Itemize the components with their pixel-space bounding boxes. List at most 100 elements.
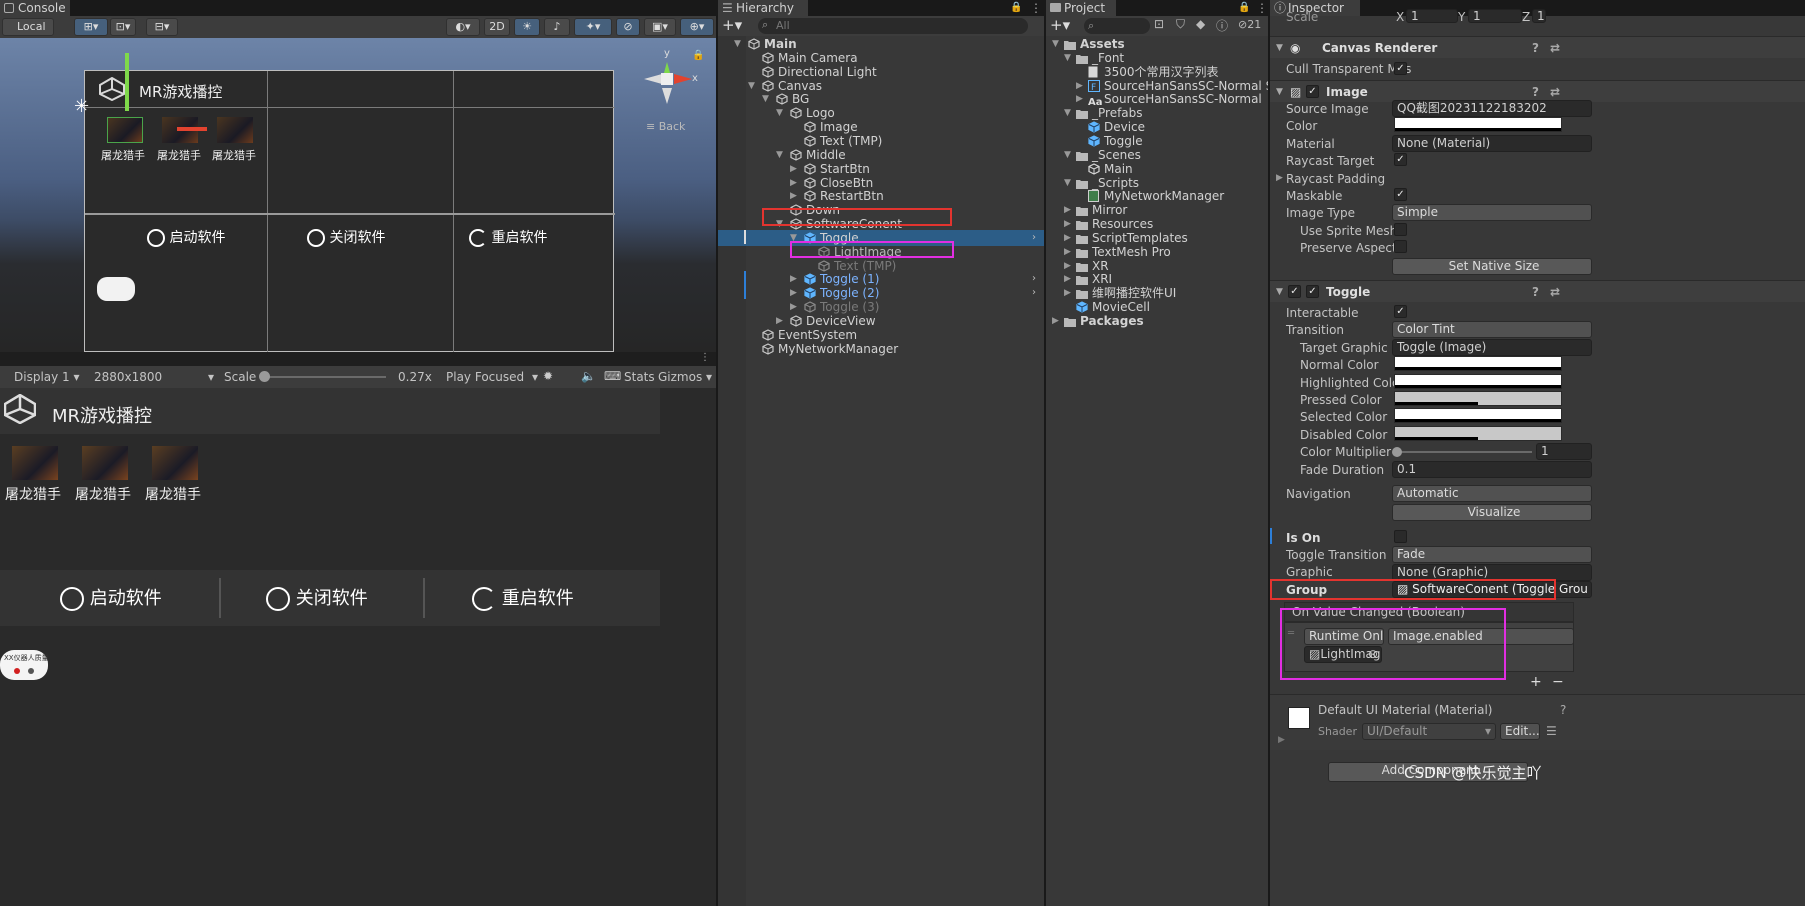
add-listener-button[interactable]: + (1530, 674, 1542, 690)
scale-y-field[interactable]: 1 (1468, 9, 1522, 23)
fold-arrow-icon[interactable]: ▶ (1278, 735, 1285, 745)
property-drop[interactable]: Simple (1392, 204, 1592, 222)
snap-increment-button[interactable]: ⊡▾ (110, 18, 136, 36)
back-button[interactable]: ≡ Back (646, 120, 685, 133)
search-by-type-icon[interactable]: ⊡ (1154, 17, 1164, 31)
project-row[interactable]: ▶ Packages (1046, 313, 1268, 329)
tab-console[interactable]: Console (0, 0, 70, 16)
color-field[interactable] (1394, 391, 1562, 406)
create-plus-button[interactable]: +▾ (1050, 16, 1070, 34)
scene-canvas[interactable]: MR游戏播控 屠龙猎手 屠龙猎手 屠龙猎手 启动软件 关闭软件 重启软件 ✳ y… (0, 38, 716, 352)
play-mode-dropdown[interactable]: Play Focused ▾ (446, 370, 542, 384)
slider-knob[interactable] (1392, 447, 1402, 458)
fold-arrow-icon[interactable]: ▶ (1052, 313, 1062, 329)
color-field[interactable] (1394, 117, 1562, 133)
help-icon[interactable]: ? (1532, 37, 1539, 59)
settings-icon[interactable]: ⇄ (1550, 37, 1560, 59)
game-start-button[interactable]: 启动软件 (60, 584, 162, 611)
game-close-button[interactable]: 关闭软件 (266, 584, 368, 611)
orientation-gizmo[interactable]: y x (640, 48, 698, 114)
resolution-dropdown[interactable]: 2880x1800 ▾ (94, 370, 214, 384)
shading-mode-button[interactable]: ◐▾ (446, 18, 480, 36)
color-field[interactable] (1394, 356, 1562, 372)
fold-arrow-icon[interactable]: ▶ (1276, 173, 1283, 183)
help-icon[interactable]: ? (1532, 281, 1539, 303)
scene-start-button[interactable]: 启动软件 (147, 227, 225, 247)
navigation-dropdown[interactable]: Automatic (1392, 485, 1592, 502)
audio-toggle-icon[interactable]: ♪ (544, 18, 570, 36)
game-item-label[interactable]: 屠龙猎手 (145, 484, 201, 504)
camera-dropdown[interactable]: ▣▾ (644, 18, 676, 36)
pivot-local-dropdown[interactable]: Local ▾ (2, 18, 54, 49)
hidden-packages-icon[interactable]: ⊘21 (1238, 18, 1261, 31)
create-plus-button[interactable]: +▾ (722, 16, 742, 34)
audio-mute-icon[interactable]: 🔈 (581, 369, 596, 383)
property-field[interactable]: None (Material) (1392, 134, 1592, 152)
bug-icon[interactable]: ✹ (543, 369, 553, 383)
toggle-header[interactable]: ▼ ✓ ✓ Toggle ? ⇄ (1270, 280, 1805, 302)
color-field[interactable] (1394, 408, 1562, 424)
stats-button[interactable]: Stats (624, 370, 655, 384)
list-icon[interactable]: ☰ (1546, 724, 1557, 738)
search-by-label-icon[interactable]: ⛉ (1176, 17, 1185, 32)
property-checkbox[interactable] (1394, 240, 1407, 254)
help-icon[interactable]: ? (1560, 703, 1566, 717)
lighting-toggle-icon[interactable]: ☀ (514, 18, 540, 36)
lock-icon[interactable]: 🔒 (692, 50, 704, 61)
settings-icon[interactable]: ⇄ (1550, 281, 1560, 303)
gizmos-dropdown[interactable]: ⊕▾ (680, 18, 714, 36)
toggle-enabled-checkbox[interactable]: ✓ (1306, 285, 1319, 298)
image-header[interactable]: ▼ ▨ ✓ Image ? ⇄ (1270, 80, 1805, 102)
scale-z-field[interactable]: 1 (1532, 9, 1546, 23)
property-field[interactable]: QQ截图20231122183202 (1392, 100, 1592, 117)
tab-project[interactable]: Project (1046, 0, 1116, 16)
scale-slider-track[interactable] (259, 371, 386, 382)
multiplier-field[interactable]: 1 (1536, 443, 1592, 461)
visibility-icon[interactable]: ⊘ (616, 18, 640, 36)
more-options-icon[interactable]: ⋮ (1030, 0, 1042, 16)
cull-transparent-checkbox[interactable]: ✓ (1394, 62, 1407, 75)
device-toggle[interactable]: XX仪器人质量 (0, 650, 49, 680)
set-native-size-button[interactable]: Set Native Size (1392, 258, 1592, 275)
remove-listener-button[interactable]: − (1552, 674, 1564, 690)
rect-handle-icon[interactable]: ✳ (74, 98, 92, 116)
color-field[interactable] (1394, 425, 1562, 441)
property-checkbox[interactable] (1394, 222, 1407, 236)
edit-shader-button[interactable]: Edit... (1500, 723, 1540, 740)
project-search-input[interactable]: ⌕ (1084, 18, 1150, 34)
multiplier-slider[interactable] (1392, 447, 1532, 458)
tab-hierarchy[interactable]: ☰ Hierarchy (718, 0, 808, 16)
keyboard-icon[interactable]: ⌨ (604, 369, 621, 383)
tag-icon[interactable]: ◆ (1196, 17, 1205, 31)
property-checkbox[interactable]: ✓ (1394, 153, 1407, 167)
canvas-renderer-header[interactable]: ▼ ◉ Canvas Renderer ? ⇄ (1270, 36, 1805, 58)
property-drop[interactable]: Color Tint (1392, 321, 1592, 339)
display-dropdown[interactable]: Display 1 ▾ (14, 370, 80, 384)
property-field[interactable]: Toggle (Image) (1392, 338, 1592, 356)
hierarchy-row[interactable]: MyNetworkManager (718, 341, 1044, 357)
property-field[interactable]: 0.1 (1392, 460, 1592, 478)
scene-restart-button[interactable]: 重启软件 (469, 227, 547, 247)
mode-2d-button[interactable]: 2D (484, 18, 510, 36)
info-icon[interactable]: ⓘ (1216, 17, 1228, 34)
image-enabled-checkbox[interactable]: ✓ (1306, 85, 1319, 98)
shader-dropdown[interactable]: UI/Default ▾ (1362, 723, 1496, 740)
lock-icon[interactable]: 🔒 (1238, 0, 1250, 16)
grid-snap-button[interactable]: ⊞▾ (74, 18, 108, 36)
gizmos-game-dropdown[interactable]: Gizmos ▾ (658, 370, 712, 384)
effects-dropdown[interactable]: ✦▾ (574, 18, 612, 36)
game-item-label[interactable]: 屠龙猎手 (5, 484, 61, 504)
color-field[interactable] (1394, 373, 1562, 389)
property-checkbox[interactable]: ✓ (1394, 188, 1407, 201)
game-restart-button[interactable]: 重启软件 (472, 584, 574, 611)
scale-x-field[interactable]: 1 (1406, 9, 1458, 23)
property-checkbox[interactable]: ✓ (1394, 305, 1407, 318)
move-gizmo-y-arrow[interactable] (125, 53, 129, 111)
visualize-button[interactable]: Visualize (1392, 504, 1592, 521)
is-on-checkbox[interactable] (1394, 530, 1407, 543)
more-options-icon[interactable]: ⋮ (700, 352, 710, 363)
scale-slider-knob[interactable] (259, 371, 271, 382)
more-options-icon[interactable]: ⋮ (1256, 0, 1268, 16)
game-item-label[interactable]: 屠龙猎手 (75, 484, 131, 504)
toggle-transition-dropdown[interactable]: Fade (1392, 546, 1592, 563)
